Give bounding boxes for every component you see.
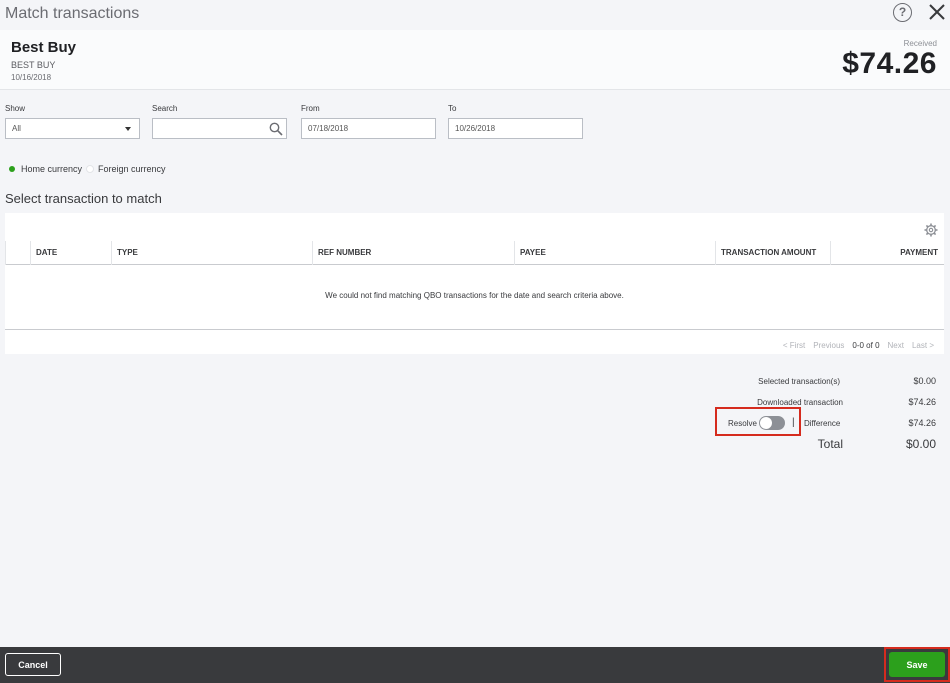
chevron-down-icon: [125, 127, 131, 131]
difference-label: Difference: [804, 419, 841, 428]
close-icon[interactable]: [926, 1, 948, 23]
downloaded-transaction-label: Downloaded transaction: [757, 398, 843, 407]
show-selected-value: All: [12, 124, 21, 133]
search-input[interactable]: [153, 119, 263, 138]
bank-transaction-panel: [0, 30, 950, 90]
table-divider: [5, 329, 944, 330]
section-title: Select transaction to match: [5, 191, 162, 206]
table-header: DATE TYPE REF NUMBER PAYEE TRANSACTION A…: [5, 241, 944, 265]
foreign-currency-label[interactable]: Foreign currency: [98, 164, 166, 174]
help-icon[interactable]: ?: [893, 3, 912, 22]
total-label: Total: [817, 437, 843, 451]
show-label: Show: [5, 104, 26, 113]
empty-table-message: We could not find matching QBO transacti…: [325, 291, 624, 300]
column-header-ref-number[interactable]: REF NUMBER: [312, 241, 513, 265]
dialog-title: Match transactions: [5, 5, 140, 22]
transaction-amount: $74.26: [842, 47, 937, 80]
resolve-label: Resolve: [728, 419, 757, 428]
difference-value: $74.26: [908, 418, 936, 428]
match-table: DATE TYPE REF NUMBER PAYEE TRANSACTION A…: [5, 213, 944, 354]
to-label: To: [448, 104, 457, 113]
bank-description: BEST BUY: [11, 60, 56, 70]
resolve-toggle[interactable]: [759, 416, 785, 430]
downloaded-transaction-value: $74.26: [908, 397, 936, 407]
transaction-date: 10/16/2018: [11, 73, 52, 82]
column-header-payment[interactable]: PAYMENT: [830, 241, 944, 265]
from-date-input[interactable]: 07/18/2018: [301, 118, 436, 139]
next-page-link[interactable]: Next: [888, 341, 904, 350]
pagination: < First Previous 0-0 of 0 Next Last >: [783, 341, 934, 350]
foreign-currency-radio[interactable]: [86, 165, 95, 173]
home-currency-label[interactable]: Home currency: [21, 164, 82, 174]
total-value: $0.00: [905, 437, 936, 451]
search-label: Search: [152, 104, 178, 113]
previous-page-link[interactable]: Previous: [813, 341, 844, 350]
page-range: 0-0 of 0: [852, 341, 880, 350]
home-currency-radio[interactable]: [9, 166, 15, 172]
column-header-type[interactable]: TYPE: [111, 241, 312, 265]
last-page-link[interactable]: Last >: [912, 341, 934, 350]
selected-transactions-value: $0.00: [913, 376, 936, 386]
currency-selector: Home currency Foreign currency: [9, 164, 166, 174]
column-header-payee[interactable]: PAYEE: [514, 241, 715, 265]
column-header-transaction-amount[interactable]: TRANSACTION AMOUNT: [715, 241, 830, 265]
search-icon[interactable]: [269, 122, 283, 136]
first-page-link[interactable]: < First: [783, 341, 805, 350]
from-label: From: [301, 104, 320, 113]
column-header-date[interactable]: DATE: [30, 241, 111, 265]
show-dropdown[interactable]: All: [5, 118, 140, 139]
toggle-knob: [760, 417, 772, 429]
payee-name: Best Buy: [11, 39, 77, 56]
to-date-input[interactable]: 10/26/2018: [448, 118, 583, 139]
gear-icon[interactable]: [924, 223, 938, 237]
footer-bar: [0, 647, 950, 683]
selected-transactions-label: Selected transaction(s): [758, 377, 840, 386]
search-field: [152, 118, 287, 139]
separator-pipe: |: [792, 417, 795, 428]
cancel-button[interactable]: Cancel: [5, 653, 61, 676]
save-button[interactable]: Save: [889, 652, 945, 677]
select-column-header: [5, 241, 30, 265]
